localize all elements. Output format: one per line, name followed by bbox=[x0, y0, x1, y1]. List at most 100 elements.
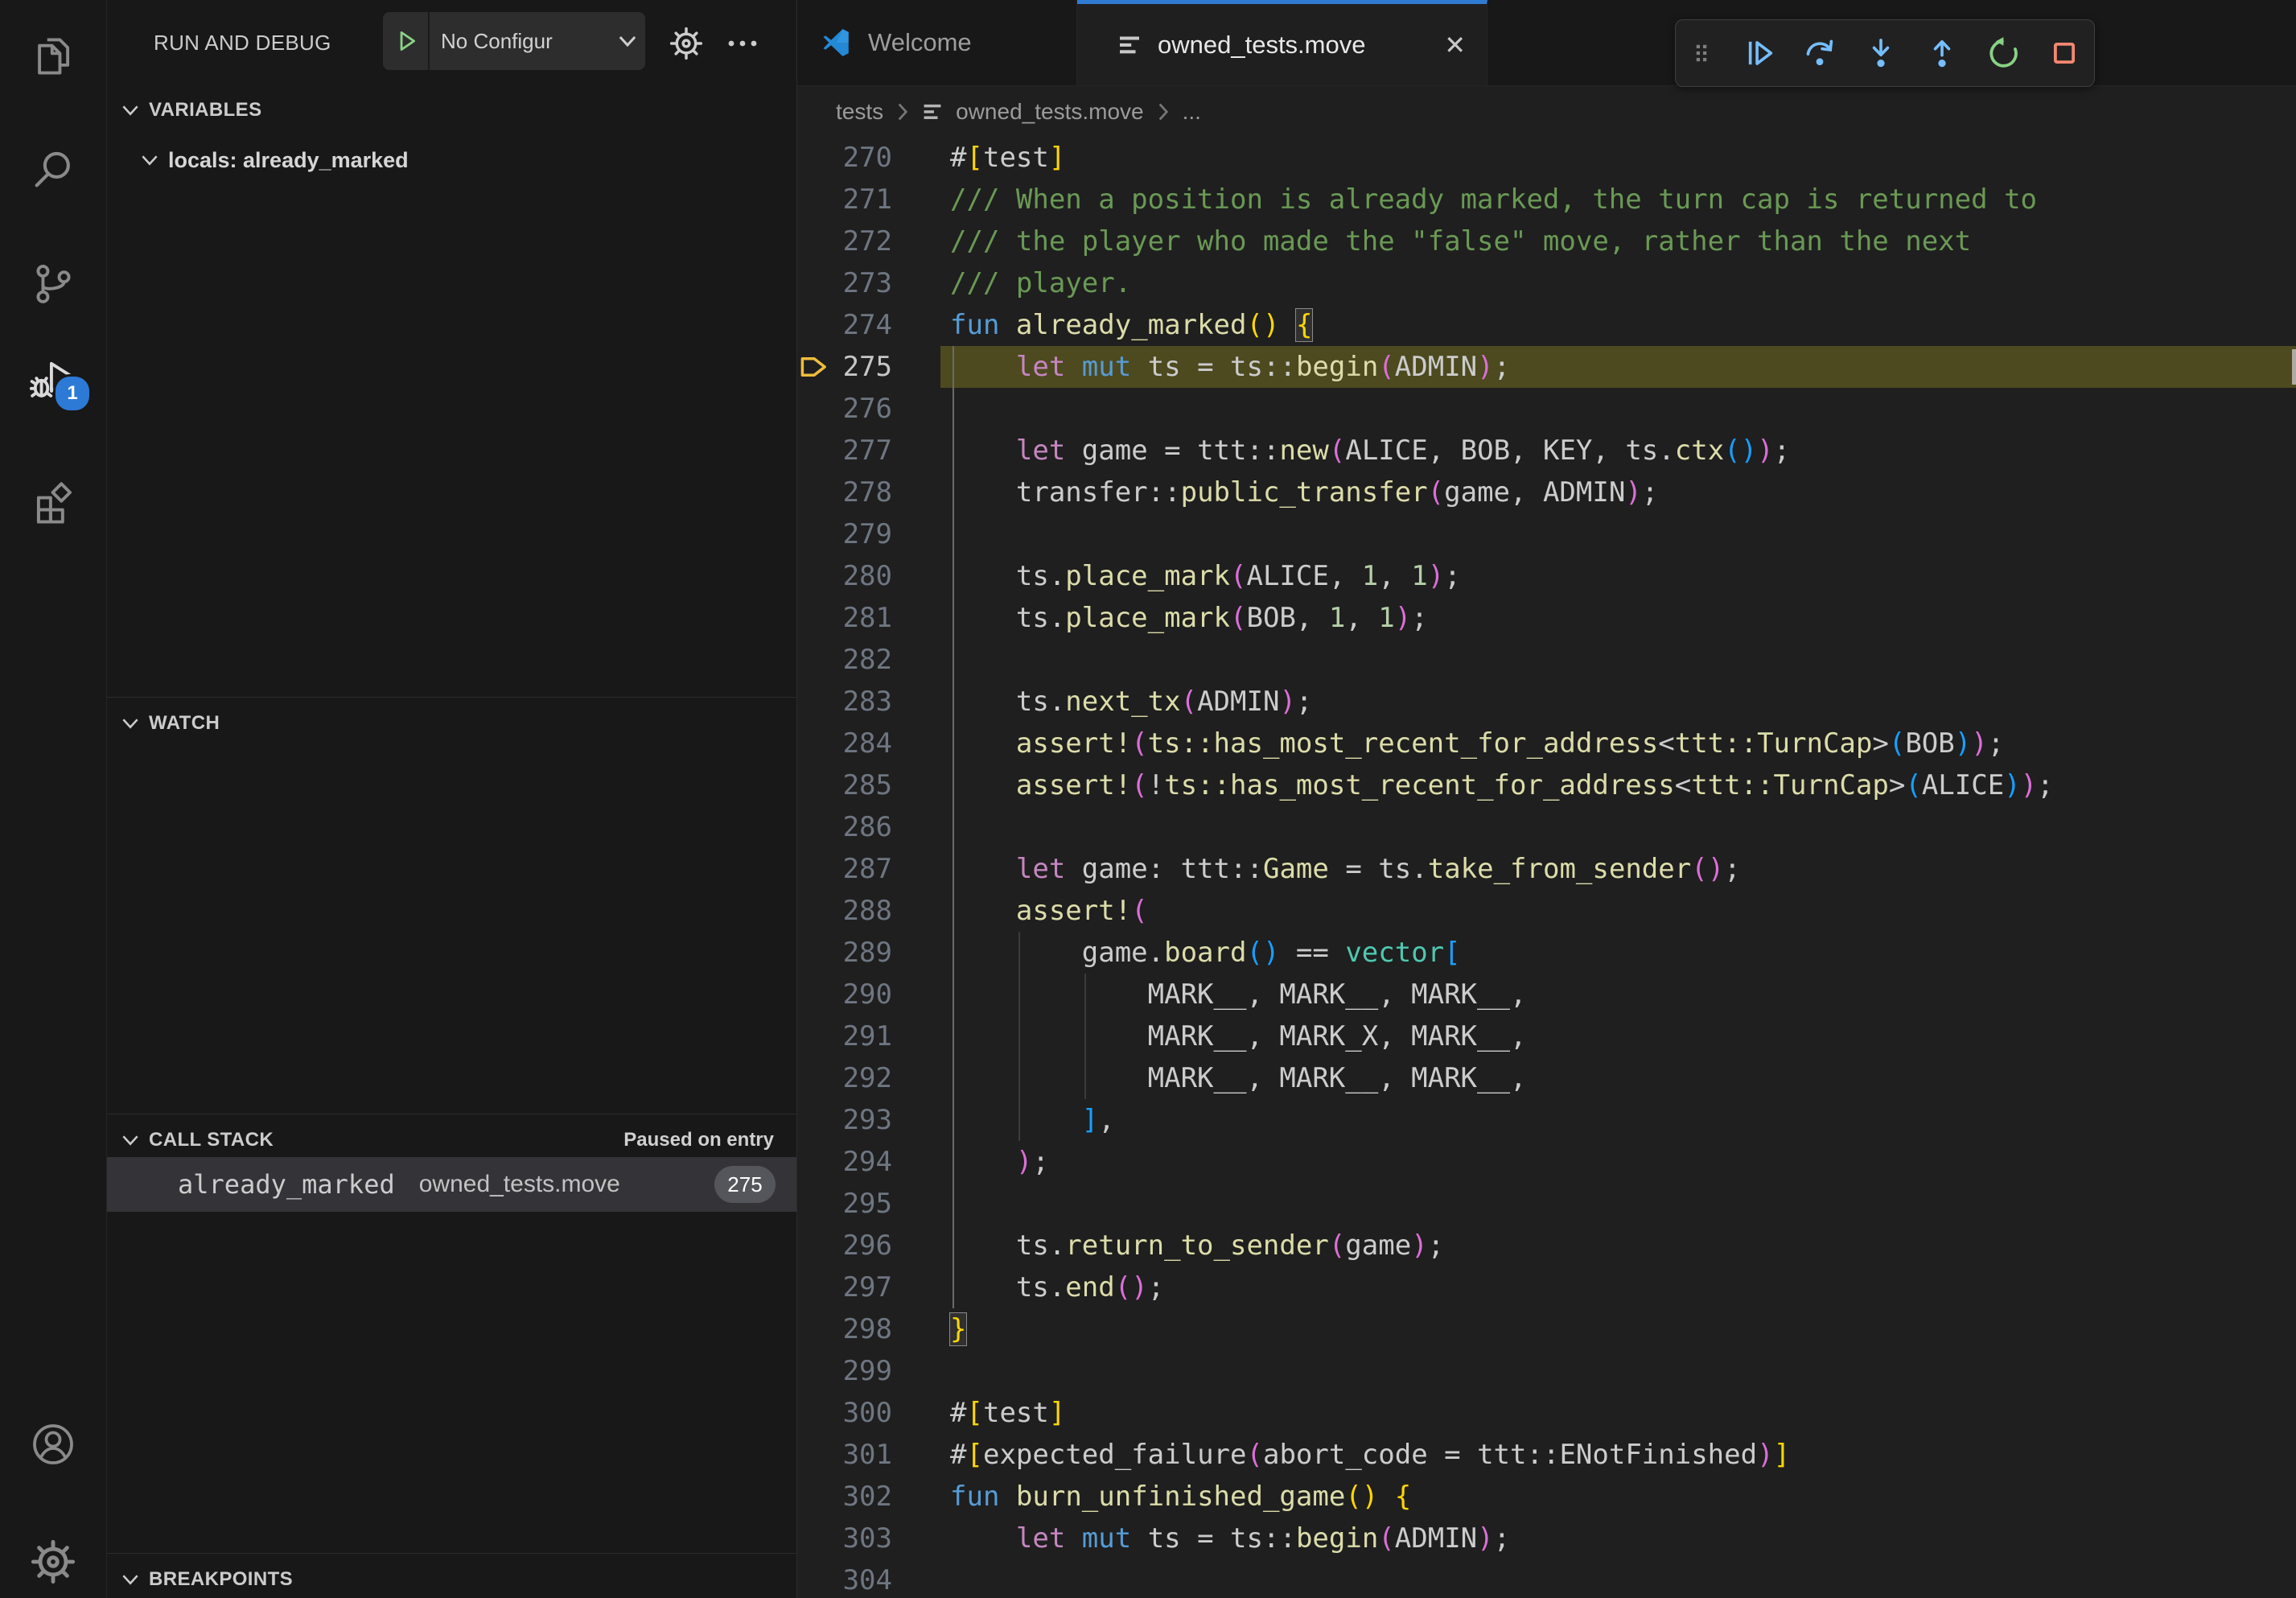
close-icon[interactable]: ✕ bbox=[1444, 32, 1466, 58]
code-line: 297 ts.end(); bbox=[797, 1266, 2296, 1308]
search-icon[interactable] bbox=[0, 126, 106, 215]
line-number[interactable]: 279 bbox=[797, 513, 892, 555]
line-number[interactable]: 274 bbox=[797, 304, 892, 346]
section-label: BREAKPOINTS bbox=[149, 1568, 293, 1591]
line-number[interactable]: 298 bbox=[797, 1308, 892, 1350]
line-number[interactable]: 300 bbox=[797, 1392, 892, 1434]
line-number[interactable]: 283 bbox=[797, 681, 892, 723]
line-number[interactable]: 302 bbox=[797, 1476, 892, 1518]
restart-button[interactable] bbox=[1985, 35, 2022, 72]
more-actions-icon[interactable] bbox=[722, 24, 763, 63]
code-line: 301#[expected_failure(abort_code = ttt::… bbox=[797, 1434, 2296, 1476]
code-line: 276 bbox=[797, 388, 2296, 430]
section-breakpoints[interactable]: BREAKPOINTS bbox=[107, 1558, 796, 1598]
line-number[interactable]: 277 bbox=[797, 430, 892, 472]
code-text: ts.place_mark(BOB, 1, 1); bbox=[950, 597, 1428, 639]
code-line: 281 ts.place_mark(BOB, 1, 1); bbox=[797, 597, 2296, 639]
config-dropdown-label[interactable]: No Configur bbox=[430, 29, 618, 54]
call-stack-frame[interactable]: already_marked owned_tests.move 275 bbox=[107, 1157, 796, 1212]
code-text: /// the player who made the "false" move… bbox=[950, 220, 1971, 262]
line-number[interactable]: 273 bbox=[797, 262, 892, 304]
code-text: transfer::public_transfer(game, ADMIN); bbox=[950, 472, 1658, 513]
code-line: 298} bbox=[797, 1308, 2296, 1350]
line-number[interactable]: 278 bbox=[797, 472, 892, 513]
line-number[interactable]: 297 bbox=[797, 1266, 892, 1308]
code-line: 284 assert!(ts::has_most_recent_for_addr… bbox=[797, 723, 2296, 764]
chevron-down-icon bbox=[121, 1571, 139, 1588]
line-number[interactable]: 271 bbox=[797, 179, 892, 220]
line-number[interactable]: 286 bbox=[797, 806, 892, 848]
account-icon[interactable] bbox=[0, 1400, 106, 1489]
chevron-down-icon bbox=[141, 151, 158, 169]
source-control-icon[interactable] bbox=[0, 239, 106, 327]
code-line: 292 MARK__, MARK__, MARK__, bbox=[797, 1057, 2296, 1099]
drag-handle-icon[interactable] bbox=[1687, 35, 1716, 72]
settings-gear-icon[interactable] bbox=[0, 1518, 106, 1598]
run-config-control[interactable]: No Configur bbox=[383, 12, 645, 70]
code-text: assert!( bbox=[950, 890, 1148, 932]
line-number[interactable]: 293 bbox=[797, 1099, 892, 1141]
line-number[interactable]: 280 bbox=[797, 555, 892, 597]
code-text: /// player. bbox=[950, 262, 1131, 304]
code-line: 291 MARK__, MARK_X, MARK__, bbox=[797, 1015, 2296, 1057]
frame-function-name: already_marked bbox=[178, 1169, 395, 1200]
line-number[interactable]: 285 bbox=[797, 764, 892, 806]
line-number[interactable]: 295 bbox=[797, 1183, 892, 1225]
scope-label: locals: already_marked bbox=[168, 148, 409, 173]
variables-scope-locals[interactable]: locals: already_marked bbox=[107, 138, 796, 182]
line-number[interactable]: 299 bbox=[797, 1350, 892, 1392]
step-out-button[interactable] bbox=[1924, 35, 1961, 72]
line-number[interactable]: 281 bbox=[797, 597, 892, 639]
step-into-button[interactable] bbox=[1862, 35, 1899, 72]
code-text: game.board() == vector[ bbox=[950, 932, 1461, 974]
breadcrumb-item[interactable]: tests bbox=[836, 99, 883, 125]
code-line: 287 let game: ttt::Game = ts.take_from_s… bbox=[797, 848, 2296, 890]
activity-bar: 1 bbox=[0, 0, 107, 1598]
section-variables[interactable]: VARIABLES bbox=[107, 89, 796, 132]
step-over-button[interactable] bbox=[1801, 35, 1838, 72]
line-number[interactable]: 296 bbox=[797, 1225, 892, 1266]
section-divider bbox=[107, 697, 796, 698]
line-number[interactable]: 294 bbox=[797, 1141, 892, 1183]
line-number[interactable]: 289 bbox=[797, 932, 892, 974]
code-text: let game = ttt::new(ALICE, BOB, KEY, ts.… bbox=[950, 430, 1790, 472]
line-number[interactable]: 292 bbox=[797, 1057, 892, 1099]
breadcrumb-item[interactable]: ... bbox=[1183, 99, 1201, 125]
section-label: VARIABLES bbox=[149, 99, 262, 121]
chevron-down-icon[interactable] bbox=[618, 33, 645, 49]
stop-button[interactable] bbox=[2046, 35, 2083, 72]
tab-welcome[interactable]: Welcome bbox=[797, 0, 1077, 85]
line-number[interactable]: 301 bbox=[797, 1434, 892, 1476]
line-number[interactable]: 287 bbox=[797, 848, 892, 890]
line-number[interactable]: 276 bbox=[797, 388, 892, 430]
code-line: 277 let game = ttt::new(ALICE, BOB, KEY,… bbox=[797, 430, 2296, 472]
continue-button[interactable] bbox=[1740, 35, 1777, 72]
frame-file-name: owned_tests.move bbox=[419, 1171, 620, 1198]
code-text: ts.next_tx(ADMIN); bbox=[950, 681, 1312, 723]
line-number[interactable]: 291 bbox=[797, 1015, 892, 1057]
breadcrumb-item[interactable]: owned_tests.move bbox=[956, 99, 1143, 125]
section-watch[interactable]: WATCH bbox=[107, 702, 796, 745]
line-number[interactable]: 304 bbox=[797, 1559, 892, 1598]
explorer-icon[interactable] bbox=[0, 12, 106, 101]
code-editor[interactable]: 270#[test]271/// When a position is alre… bbox=[797, 137, 2296, 1598]
line-number[interactable]: 270 bbox=[797, 137, 892, 179]
chevron-down-icon bbox=[121, 715, 139, 732]
run-and-debug-icon[interactable]: 1 bbox=[0, 327, 106, 432]
breadcrumb: tests owned_tests.move ... bbox=[797, 86, 2296, 137]
line-number[interactable]: 288 bbox=[797, 890, 892, 932]
line-number[interactable]: 282 bbox=[797, 639, 892, 681]
tab-owned-tests-move[interactable]: owned_tests.move ✕ bbox=[1077, 0, 1487, 85]
line-number[interactable]: 290 bbox=[797, 974, 892, 1015]
line-number[interactable]: 284 bbox=[797, 723, 892, 764]
start-debug-button[interactable] bbox=[383, 12, 430, 70]
code-line: 273 /// player. bbox=[797, 262, 2296, 304]
extensions-icon[interactable] bbox=[0, 456, 106, 545]
line-number[interactable]: 303 bbox=[797, 1518, 892, 1559]
paused-status-text: Paused on entry bbox=[623, 1118, 774, 1162]
section-label: CALL STACK bbox=[149, 1129, 274, 1151]
section-call-stack[interactable]: CALL STACK Paused on entry bbox=[107, 1118, 796, 1162]
debug-settings-gear-icon[interactable] bbox=[667, 24, 706, 63]
line-number[interactable]: 272 bbox=[797, 220, 892, 262]
code-text: /// When a position is already marked, t… bbox=[950, 179, 2037, 220]
